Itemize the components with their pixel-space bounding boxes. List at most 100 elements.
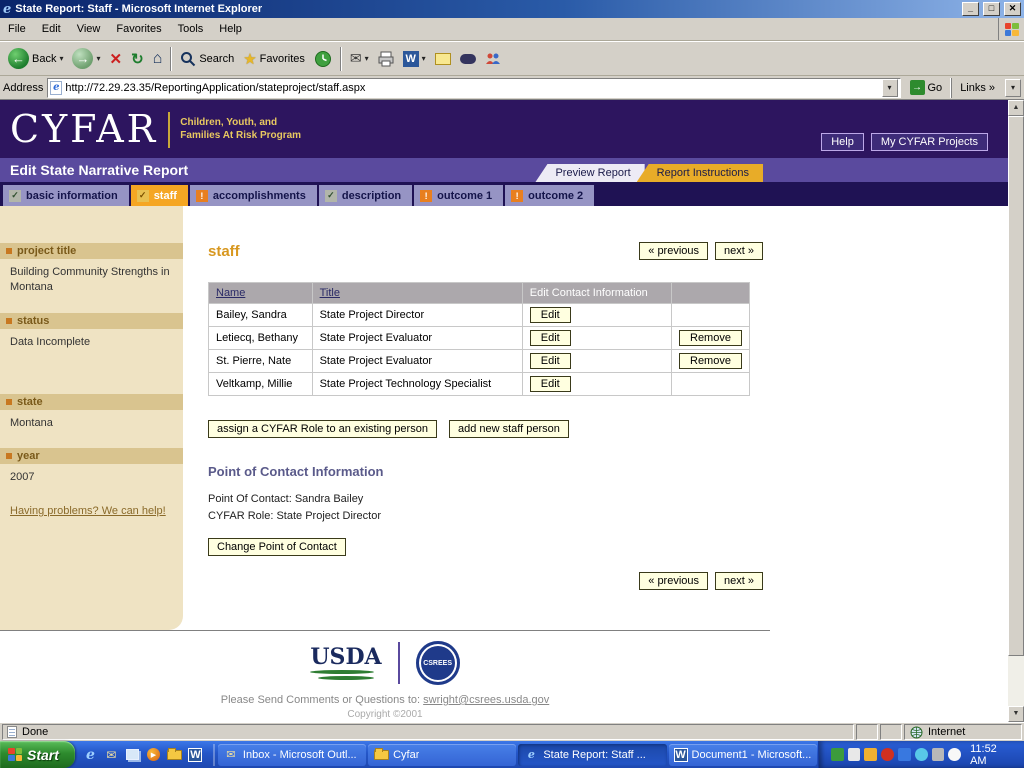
add-new-staff-button[interactable]: add new staff person	[449, 420, 569, 438]
forward-icon: →	[72, 48, 93, 69]
cyfar-logo: CYFAR	[10, 110, 158, 148]
refresh-button[interactable]: ↻	[127, 44, 148, 74]
edit-button[interactable]: Edit	[530, 307, 571, 323]
menu-file[interactable]: File	[0, 18, 34, 40]
tab-staff[interactable]: ✓ staff	[131, 185, 188, 206]
back-button[interactable]: ← Back ▾	[4, 44, 67, 74]
tray-icon[interactable]	[848, 748, 861, 761]
sidebar-header-label: state	[17, 396, 43, 408]
favorites-button[interactable]: ★ Favorites	[239, 44, 309, 74]
toolbar-options-dropdown-icon[interactable]: ▾	[1005, 79, 1021, 97]
mail-button[interactable]: ✉ ▾	[346, 44, 373, 74]
next-button[interactable]: next »	[715, 242, 763, 260]
remove-button[interactable]: Remove	[679, 353, 742, 369]
quicklaunch-ie-icon[interactable]: e	[82, 746, 99, 763]
taskbar-task-word-document[interactable]: W Document1 - Microsoft...	[669, 744, 817, 766]
url-input[interactable]	[65, 82, 878, 94]
tab-accomplishments[interactable]: ! accomplishments	[190, 185, 317, 206]
column-header-name[interactable]: Name	[209, 283, 313, 304]
menu-tools[interactable]: Tools	[170, 18, 212, 40]
table-row: Letiecq, Bethany State Project Evaluator…	[209, 327, 750, 350]
taskbar-task-outlook[interactable]: ✉ Inbox - Microsoft Outl...	[218, 744, 366, 766]
bullet-icon	[6, 453, 12, 459]
tray-shield-icon[interactable]	[831, 748, 844, 761]
column-header-title[interactable]: Title	[312, 283, 522, 304]
window-title: State Report: Staff - Microsoft Internet…	[15, 3, 958, 15]
search-button[interactable]: Search	[176, 44, 238, 74]
taskbar-task-state-report[interactable]: e State Report: Staff ...	[518, 744, 666, 766]
taskbar-task-cyfar-folder[interactable]: Cyfar	[368, 744, 516, 766]
print-button[interactable]	[374, 44, 398, 74]
discuss-button[interactable]	[431, 44, 455, 74]
assign-cyfar-role-button[interactable]: assign a CYFAR Role to an existing perso…	[208, 420, 437, 438]
help-button[interactable]: Help	[821, 133, 864, 151]
my-cyfar-projects-button[interactable]: My CYFAR Projects	[871, 133, 988, 151]
tray-icon[interactable]	[948, 748, 961, 761]
start-button[interactable]: Start	[0, 741, 75, 768]
remove-button[interactable]: Remove	[679, 330, 742, 346]
quicklaunch-media-player-icon[interactable]: ▶	[145, 746, 162, 763]
stop-button[interactable]: ✕	[106, 44, 127, 74]
forward-dropdown-icon[interactable]: ▾	[96, 54, 100, 63]
restore-button[interactable]: □	[983, 2, 1000, 16]
status-panel	[856, 724, 878, 740]
scroll-down-icon[interactable]: ▼	[1008, 706, 1024, 722]
home-button[interactable]: ⌂	[149, 44, 167, 74]
next-button-bottom[interactable]: next »	[715, 572, 763, 590]
help-link[interactable]: Having problems? We can help!	[10, 505, 173, 517]
go-button[interactable]: → Go	[905, 80, 948, 95]
scroll-up-icon[interactable]: ▲	[1008, 100, 1024, 116]
tray-icon[interactable]	[881, 748, 894, 761]
menu-view[interactable]: View	[69, 18, 109, 40]
history-button[interactable]	[310, 44, 336, 74]
links-button[interactable]: Links »	[951, 78, 1001, 98]
edit-with-word-button[interactable]: W ▾	[399, 44, 430, 74]
status-bar: Done Internet	[0, 722, 1024, 741]
quicklaunch-word-icon[interactable]: W	[187, 746, 204, 763]
previous-button[interactable]: « previous	[639, 242, 708, 260]
column-header-remove	[672, 283, 750, 304]
edit-dropdown-icon[interactable]: ▾	[422, 54, 426, 63]
preview-report-tab[interactable]: Preview Report	[535, 164, 644, 182]
menu-edit[interactable]: Edit	[34, 18, 69, 40]
address-field: e ▾	[47, 78, 900, 98]
report-instructions-tab[interactable]: Report Instructions	[637, 164, 763, 182]
messenger-button[interactable]	[481, 44, 505, 74]
tray-icon[interactable]	[915, 748, 928, 761]
quicklaunch-mail-icon[interactable]: ✉	[103, 746, 120, 763]
mail-dropdown-icon[interactable]: ▾	[365, 54, 369, 63]
system-tray: 11:52 AM	[818, 741, 1024, 768]
quicklaunch-folder-icon[interactable]	[166, 746, 183, 763]
taskbar-divider	[213, 744, 215, 766]
outlook-icon: ✉	[223, 747, 239, 763]
comments-email-link[interactable]: swright@csrees.usda.gov	[423, 694, 549, 706]
usda-swoosh	[318, 676, 374, 680]
menu-help[interactable]: Help	[211, 18, 250, 40]
taskbar-clock[interactable]: 11:52 AM	[970, 743, 1015, 767]
tab-description[interactable]: ✓ description	[319, 185, 412, 206]
forward-button[interactable]: → ▾	[68, 44, 104, 74]
address-dropdown-icon[interactable]: ▾	[882, 79, 898, 97]
quicklaunch-show-desktop-icon[interactable]	[124, 746, 141, 763]
vertical-scrollbar[interactable]: ▲ ▼	[1008, 100, 1024, 722]
tray-icon[interactable]	[864, 748, 877, 761]
scrollbar-thumb[interactable]	[1008, 116, 1024, 656]
tab-basic-information[interactable]: ✓ basic information	[3, 185, 129, 206]
edit-button[interactable]: Edit	[530, 353, 571, 369]
research-button[interactable]	[456, 44, 480, 74]
minimize-button[interactable]: _	[962, 2, 979, 16]
edit-button[interactable]: Edit	[530, 330, 571, 346]
tab-outcome-1[interactable]: ! outcome 1	[414, 185, 503, 206]
menu-favorites[interactable]: Favorites	[108, 18, 169, 40]
previous-button-bottom[interactable]: « previous	[639, 572, 708, 590]
tray-volume-icon[interactable]	[932, 748, 945, 761]
change-poc-button[interactable]: Change Point of Contact	[208, 538, 346, 556]
edit-button[interactable]: Edit	[530, 376, 571, 392]
back-dropdown-icon[interactable]: ▾	[59, 54, 63, 63]
tab-outcome-2[interactable]: ! outcome 2	[505, 185, 594, 206]
tray-network-icon[interactable]	[898, 748, 911, 761]
sidebar-value-year: 2007	[0, 464, 183, 489]
scrollbar-track[interactable]	[1008, 116, 1024, 706]
close-button[interactable]: ✕	[1004, 2, 1021, 16]
refresh-icon: ↻	[131, 50, 144, 68]
